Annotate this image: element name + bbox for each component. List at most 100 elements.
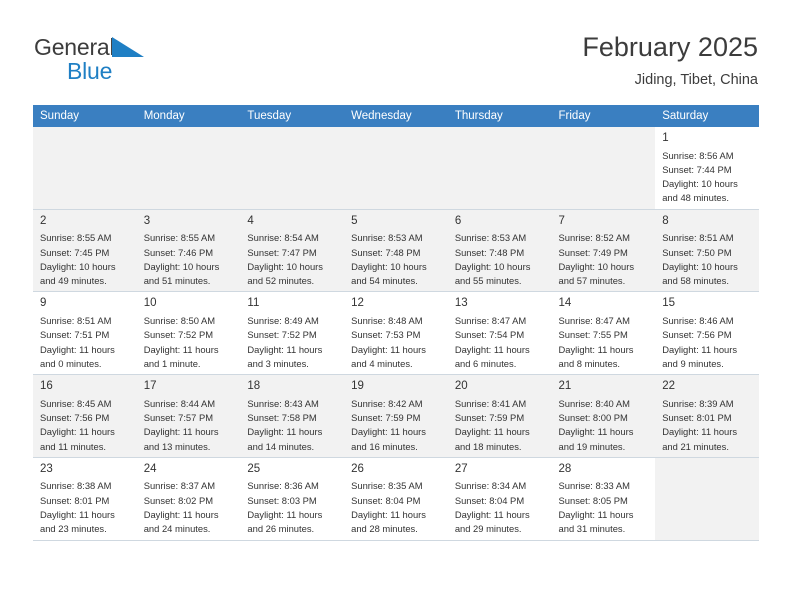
- sunrise-text: Sunrise: 8:33 AM: [558, 480, 630, 492]
- day-cell-content: [240, 127, 344, 209]
- calendar-cell-empty: [447, 127, 552, 210]
- day-cell-content: 24 Sunrise: 8:37 AM Sunset: 8:02 PM Dayligh…: [137, 458, 241, 540]
- day-cell-content: 19 Sunrise: 8:42 AM Sunset: 7:59 PM Dayligh…: [344, 375, 448, 457]
- day-number: 7: [558, 214, 565, 227]
- weekday-monday: Monday: [136, 105, 241, 127]
- sunrise-text: Sunrise: 8:36 AM: [247, 480, 319, 492]
- daylight-text: Daylight: 11 hours and 26 minutes.: [247, 508, 323, 535]
- day-number: 2: [40, 214, 47, 227]
- daylight-text: Daylight: 10 hours and 52 minutes.: [247, 260, 323, 287]
- daylight-text: Daylight: 10 hours and 55 minutes.: [454, 260, 531, 287]
- daylight-text: Daylight: 11 hours and 0 minutes.: [40, 343, 115, 369]
- day-cell-content: [137, 127, 241, 209]
- sunset-text: Sunset: 7:47 PM: [247, 246, 317, 258]
- calendar-day-cell[interactable]: 7 Sunrise: 8:52 AM Sunset: 7:49 PM Daylight…: [551, 209, 656, 293]
- calendar-day-cell[interactable]: 1 Sunrise: 8:56 AM Sunset: 7:44 PM Daylight…: [655, 127, 759, 210]
- day-number: 6: [454, 214, 462, 227]
- day-cell-content: [655, 458, 759, 540]
- page-title: February 2025: [582, 32, 758, 62]
- day-cell-content: [448, 127, 552, 209]
- calendar-header-row: Sunday Monday Tuesday Wednesday Thursday…: [33, 105, 759, 127]
- daylight-text: Daylight: 11 hours and 21 minutes.: [662, 426, 738, 452]
- calendar-page: General Blue February 2025 Jiding, Tibet…: [0, 0, 792, 612]
- daylight-text: Daylight: 10 hours and 51 minutes.: [143, 260, 220, 287]
- calendar-day-cell[interactable]: 24 Sunrise: 8:37 AM Sunset: 8:02 PM Dayligh…: [136, 457, 241, 541]
- day-cell-content: [552, 127, 656, 209]
- calendar-day-cell[interactable]: 10 Sunrise: 8:50 AM Sunset: 7:52 PM Dayligh…: [136, 291, 241, 376]
- calendar-day-cell[interactable]: 26 Sunrise: 8:35 AM Sunset: 8:04 PM Dayligh…: [344, 457, 448, 541]
- calendar-day-cell[interactable]: 27 Sunrise: 8:34 AM Sunset: 8:04 PM Dayligh…: [447, 457, 552, 541]
- sunrise-text: Sunrise: 8:48 AM: [351, 314, 423, 326]
- triangle-flag-icon: [112, 36, 145, 58]
- calendar-day-cell[interactable]: 5 Sunrise: 8:53 AM Sunset: 7:48 PM Daylight…: [344, 209, 448, 293]
- day-cell-content: 17 Sunrise: 8:44 AM Sunset: 7:57 PM Dayligh…: [137, 375, 241, 457]
- weekday-tuesday: Tuesday: [240, 105, 345, 127]
- sunrise-text: Sunrise: 8:50 AM: [143, 314, 216, 326]
- calendar-day-cell[interactable]: 23 Sunrise: 8:38 AM Sunset: 8:01 PM Dayligh…: [33, 457, 137, 541]
- weekday-wednesday: Wednesday: [344, 105, 448, 127]
- calendar-day-cell[interactable]: 6 Sunrise: 8:53 AM Sunset: 7:48 PM Daylight…: [447, 209, 552, 293]
- sunset-text: Sunset: 7:55 PM: [558, 329, 628, 341]
- sunset-text: Sunset: 8:05 PM: [558, 494, 628, 506]
- day-number: 28: [558, 462, 572, 475]
- sunrise-text: Sunrise: 8:55 AM: [143, 232, 216, 244]
- calendar-cell-empty: [136, 127, 241, 210]
- calendar-day-cell[interactable]: 18 Sunrise: 8:43 AM Sunset: 7:58 PM Dayligh…: [240, 374, 345, 458]
- calendar-day-cell[interactable]: 20 Sunrise: 8:41 AM Sunset: 7:59 PM Dayligh…: [447, 374, 552, 458]
- calendar-day-cell[interactable]: 12 Sunrise: 8:48 AM Sunset: 7:53 PM Dayligh…: [344, 291, 448, 376]
- daylight-text: Daylight: 11 hours and 1 minute.: [143, 343, 219, 369]
- day-number: 14: [558, 297, 572, 310]
- calendar-day-cell[interactable]: 3 Sunrise: 8:55 AM Sunset: 7:46 PM Daylight…: [136, 209, 241, 293]
- calendar-week-row: 1 Sunrise: 8:56 AM Sunset: 7:44 PM Daylight…: [33, 127, 759, 210]
- calendar-week-row: 23 Sunrise: 8:38 AM Sunset: 8:01 PM Dayligh…: [33, 457, 759, 541]
- sunrise-text: Sunrise: 8:37 AM: [143, 480, 216, 492]
- calendar-day-cell[interactable]: 15 Sunrise: 8:46 AM Sunset: 7:56 PM Dayligh…: [655, 291, 759, 376]
- calendar-day-cell[interactable]: 19 Sunrise: 8:42 AM Sunset: 7:59 PM Dayligh…: [344, 374, 448, 458]
- day-cell-content: 18 Sunrise: 8:43 AM Sunset: 7:58 PM Dayligh…: [240, 375, 344, 457]
- sunset-text: Sunset: 7:52 PM: [143, 329, 214, 341]
- day-number: 8: [662, 214, 669, 227]
- calendar-day-cell[interactable]: 21 Sunrise: 8:40 AM Sunset: 8:00 PM Dayligh…: [551, 374, 656, 458]
- daylight-text: Daylight: 11 hours and 3 minutes.: [247, 343, 323, 369]
- calendar-day-cell[interactable]: 16 Sunrise: 8:45 AM Sunset: 7:56 PM Dayligh…: [33, 374, 137, 458]
- sunset-text: Sunset: 7:56 PM: [40, 411, 110, 423]
- calendar-day-cell[interactable]: 25 Sunrise: 8:36 AM Sunset: 8:03 PM Dayligh…: [240, 457, 345, 541]
- sunset-text: Sunset: 7:44 PM: [662, 163, 732, 175]
- calendar-cell-empty: [33, 127, 137, 210]
- calendar-day-cell[interactable]: 22 Sunrise: 8:39 AM Sunset: 8:01 PM Dayligh…: [655, 374, 759, 458]
- day-cell-content: 20 Sunrise: 8:41 AM Sunset: 7:59 PM Dayligh…: [448, 375, 552, 457]
- sunrise-text: Sunrise: 8:38 AM: [40, 480, 112, 492]
- calendar-cell-empty: [240, 127, 345, 210]
- calendar-day-cell[interactable]: 14 Sunrise: 8:47 AM Sunset: 7:55 PM Dayligh…: [551, 291, 656, 376]
- day-number: 12: [351, 297, 364, 310]
- calendar-day-cell[interactable]: 9 Sunrise: 8:51 AM Sunset: 7:51 PM Daylight…: [33, 291, 137, 376]
- brand-logo[interactable]: General Blue: [34, 32, 145, 83]
- sunrise-text: Sunrise: 8:42 AM: [351, 397, 423, 409]
- day-cell-content: 1 Sunrise: 8:56 AM Sunset: 7:44 PM Daylight…: [655, 127, 759, 209]
- calendar-day-cell[interactable]: 13 Sunrise: 8:47 AM Sunset: 7:54 PM Dayligh…: [447, 291, 552, 376]
- day-number: 17: [143, 380, 157, 393]
- location-subtitle: Jiding, Tibet, China: [634, 72, 758, 89]
- daylight-text: Daylight: 11 hours and 19 minutes.: [558, 426, 634, 452]
- calendar-day-cell[interactable]: 17 Sunrise: 8:44 AM Sunset: 7:57 PM Dayligh…: [136, 374, 241, 458]
- day-cell-content: [33, 127, 137, 209]
- sunset-text: Sunset: 7:46 PM: [143, 246, 214, 258]
- day-number: 27: [454, 462, 468, 475]
- sunrise-text: Sunrise: 8:51 AM: [662, 232, 734, 244]
- day-cell-content: 21 Sunrise: 8:40 AM Sunset: 8:00 PM Dayligh…: [552, 375, 656, 457]
- sunset-text: Sunset: 7:52 PM: [247, 329, 317, 341]
- calendar-day-cell[interactable]: 8 Sunrise: 8:51 AM Sunset: 7:50 PM Daylight…: [655, 209, 759, 293]
- sunset-text: Sunset: 7:57 PM: [143, 411, 214, 423]
- day-number: 13: [454, 297, 468, 310]
- sunrise-text: Sunrise: 8:53 AM: [454, 232, 527, 244]
- calendar-day-cell[interactable]: 28 Sunrise: 8:33 AM Sunset: 8:05 PM Dayligh…: [551, 457, 656, 541]
- day-number: 25: [247, 462, 261, 475]
- sunset-text: Sunset: 7:59 PM: [454, 411, 525, 423]
- day-cell-content: 12 Sunrise: 8:48 AM Sunset: 7:53 PM Dayligh…: [344, 292, 448, 374]
- day-cell-content: 7 Sunrise: 8:52 AM Sunset: 7:49 PM Daylight…: [552, 210, 656, 292]
- sunset-text: Sunset: 7:53 PM: [351, 329, 421, 341]
- sunset-text: Sunset: 7:49 PM: [558, 246, 628, 258]
- calendar-day-cell[interactable]: 11 Sunrise: 8:49 AM Sunset: 7:52 PM Dayligh…: [240, 291, 345, 376]
- calendar-day-cell[interactable]: 2 Sunrise: 8:55 AM Sunset: 7:45 PM Daylight…: [33, 209, 137, 293]
- calendar-day-cell[interactable]: 4 Sunrise: 8:54 AM Sunset: 7:47 PM Daylight…: [240, 209, 345, 293]
